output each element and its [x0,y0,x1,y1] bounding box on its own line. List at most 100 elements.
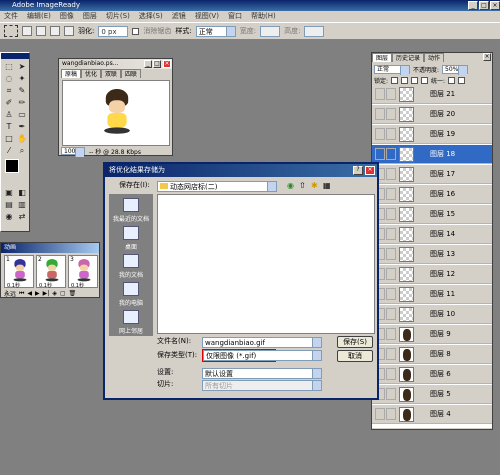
place-item[interactable]: 桌面 [110,226,152,251]
image-window-title-bar[interactable]: wangdianbiao.ps... _ □ × [59,59,172,69]
layer-row[interactable]: 图层 20 [372,105,492,124]
link-icon[interactable] [386,228,396,240]
layer-row[interactable]: 图层 10 [372,305,492,324]
text-icon[interactable]: T [3,121,15,132]
menu-item-2[interactable]: 图像 [60,11,74,22]
lock-image-checkbox[interactable] [401,77,409,84]
menu-item-7[interactable]: 视图(V) [195,11,219,22]
lasso-icon[interactable]: ◌ [3,73,15,84]
prev-frame-icon[interactable]: ◀ [27,290,32,297]
layer-row[interactable]: 图层 8 [372,345,492,364]
lock-transparency-checkbox[interactable] [391,77,399,84]
dialog-title-bar[interactable]: 将优化结果存储为 ? × [105,164,377,177]
menu-item-8[interactable]: 窗口 [228,11,242,22]
pen-icon[interactable]: ✒ [16,121,28,132]
layer-row[interactable]: 图层 12 [372,265,492,284]
add-selection-icon[interactable] [36,26,46,36]
image-maximize-button[interactable]: □ [153,60,161,68]
frame-delay[interactable]: 0.1秒 [39,282,52,289]
layers-close-button[interactable]: × [483,53,491,61]
layer-row[interactable]: 图层 16 [372,185,492,204]
link-icon[interactable] [386,288,396,300]
play-icon[interactable]: ▶ [35,290,40,297]
close-button[interactable]: × [490,1,500,10]
link-icon[interactable] [386,188,396,200]
menu-item-1[interactable]: 编辑(E) [27,11,51,22]
layer-row[interactable]: 图层 14 [372,225,492,244]
place-item[interactable]: 我最近的文档 [110,198,152,223]
image-tab-2[interactable]: 双联 [101,69,122,78]
maximize-button[interactable]: □ [479,1,489,10]
screen-mode-icon[interactable]: ▤ [3,199,15,210]
blend-mode-dropdown[interactable]: 正常 [374,65,410,75]
save-button[interactable]: 保存(S) [337,336,373,348]
menu-item-4[interactable]: 切片(S) [106,11,130,22]
link-icon[interactable] [386,168,396,180]
layer-row[interactable]: 图层 21 [372,85,492,104]
width-input[interactable] [260,25,281,37]
savetype-dropdown[interactable]: 仅限图像 (*.gif) [203,350,322,361]
rectangle-icon[interactable]: □ [3,133,15,144]
up-folder-icon[interactable]: ⇧ [299,181,306,190]
place-item[interactable]: 我的文档 [110,254,152,279]
screen-mode-full-icon[interactable]: ▥ [16,199,28,210]
subtract-selection-icon[interactable] [50,26,60,36]
settings-dropdown[interactable]: 默认设置 [202,368,322,379]
link-icon[interactable] [386,328,396,340]
eraser-icon[interactable]: ▭ [16,109,28,120]
image-tab-3[interactable]: 四联 [121,69,142,78]
filename-input[interactable]: wangdianbiao.gif [202,337,322,348]
layer-row[interactable]: 图层 9 [372,325,492,344]
magic-wand-icon[interactable]: ✦ [16,73,28,84]
image-minimize-button[interactable]: _ [144,60,152,68]
new-selection-icon[interactable] [22,26,32,36]
jump-to-icon[interactable]: ⇄ [16,211,28,222]
crop-icon[interactable]: ⌗ [3,85,15,96]
image-tab-1[interactable]: 优化 [81,69,102,78]
opacity-dropdown[interactable]: 50% [442,65,469,75]
zoom-icon[interactable]: ⌕ [16,145,28,156]
style-dropdown[interactable]: 正常 [195,25,236,37]
lock-all-checkbox[interactable] [421,77,429,84]
menu-item-0[interactable]: 文件 [4,11,18,22]
marquee-icon[interactable]: ⬚ [3,61,15,72]
layers-tab-1[interactable]: 历史记录 [392,53,425,62]
layer-row[interactable]: 图层 17 [372,165,492,184]
height-input[interactable] [304,25,325,37]
dialog-close-button[interactable]: × [365,166,375,175]
view-menu-icon[interactable]: ▦ [323,181,331,190]
file-list[interactable] [157,194,375,334]
mode-icon[interactable]: ▣ [3,187,15,198]
layer-row[interactable]: 图层 18 [372,145,492,164]
link-icon[interactable] [386,308,396,320]
preview-icon[interactable]: ◧ [16,187,28,198]
zoom-dropdown[interactable]: 100% [61,147,85,157]
move-icon[interactable]: ➤ [16,61,28,72]
frame-delay[interactable]: 0.1秒 [71,282,84,289]
link-icon[interactable] [386,148,396,160]
animation-title-bar[interactable]: 动画 [1,243,99,253]
slices-dropdown[interactable]: 所有切片 [202,380,322,391]
image-close-button[interactable]: × [163,60,171,68]
dialog-help-button[interactable]: ? [353,166,363,175]
visibility-eye-icon[interactable] [375,128,385,140]
link-icon[interactable] [386,108,396,120]
image-tab-0[interactable]: 原稿 [61,69,82,78]
menu-item-5[interactable]: 选择(S) [139,11,163,22]
link-icon[interactable] [386,268,396,280]
image-canvas[interactable] [62,80,170,146]
animation-frame[interactable]: 1 0.1秒 [4,255,34,289]
tween-icon[interactable]: ◈ [52,290,57,297]
link-icon[interactable] [386,388,396,400]
first-frame-icon[interactable]: ⏮ [19,290,24,298]
visibility-eye-icon[interactable] [375,408,385,420]
marquee-tool-icon[interactable] [4,25,18,37]
intersect-selection-icon[interactable] [64,26,74,36]
frame-delay[interactable]: 0.1秒 [7,282,20,289]
layers-tab-0[interactable]: 图层 [372,53,393,62]
layer-row[interactable]: 图层 5 [372,385,492,404]
animation-frame[interactable]: 3 0.1秒 [68,255,98,289]
link-icon[interactable] [386,348,396,360]
unify-position-checkbox[interactable] [448,77,456,84]
layer-row[interactable]: 图层 4 [372,405,492,424]
